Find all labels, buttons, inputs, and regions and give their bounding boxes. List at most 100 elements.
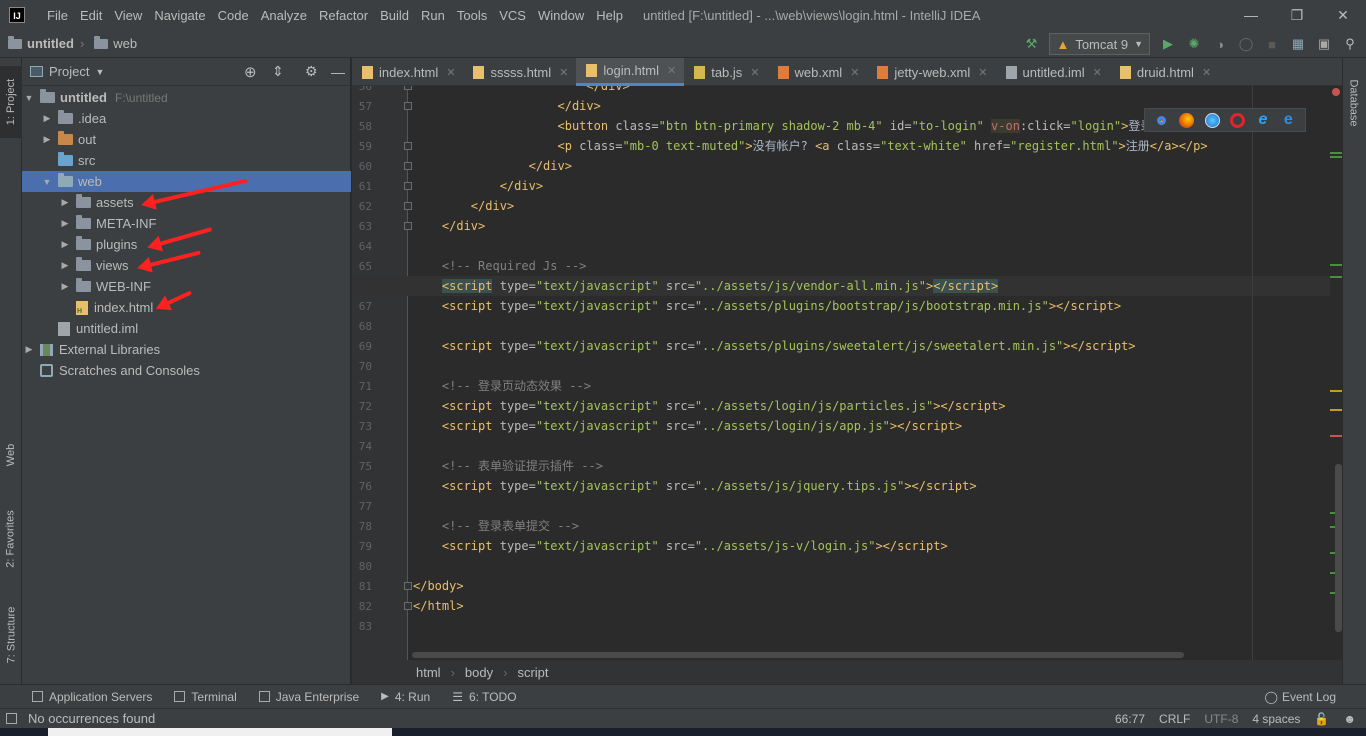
close-tab-icon[interactable]: ✕ (446, 66, 455, 79)
nav-crumb-web[interactable]: web (86, 35, 137, 51)
coverage-icon[interactable]: ◑ (1212, 36, 1228, 52)
expanded-arrow-icon[interactable]: ▼ (24, 93, 34, 103)
opera-icon[interactable] (1230, 112, 1246, 128)
close-tab-icon[interactable]: ✕ (850, 66, 859, 79)
collapsed-arrow-icon[interactable]: ▶ (60, 218, 70, 229)
run-toolwindow-button[interactable]: ▶ 4: Run (381, 690, 430, 704)
tree-item[interactable]: Scratches and Consoles (22, 360, 351, 381)
tab-structure-toolwindow[interactable]: 7: Structure (0, 592, 22, 678)
hector-icon[interactable]: ☻ (1343, 712, 1356, 726)
code-line[interactable]: <!-- 登录表单提交 --> (352, 516, 1342, 536)
code-line[interactable] (352, 556, 1342, 576)
code-line[interactable]: <script type="text/javascript" src="../a… (352, 416, 1342, 436)
event-log-button[interactable]: ◯ Event Log (1265, 685, 1336, 709)
close-tab-icon[interactable]: ✕ (667, 64, 676, 77)
collapsed-arrow-icon[interactable]: ▶ (42, 134, 52, 145)
tree-item[interactable]: ▶ .idea (22, 108, 351, 129)
stripe-mark[interactable] (1330, 156, 1342, 158)
menu-refactor[interactable]: Refactor (313, 8, 374, 23)
code-line[interactable]: </div> (352, 86, 1342, 96)
stripe-mark[interactable] (1330, 276, 1342, 278)
project-panel-title[interactable]: Project (49, 64, 89, 79)
tree-item[interactable]: ▶ views (22, 255, 351, 276)
close-tab-icon[interactable]: ✕ (750, 66, 759, 79)
firefox-icon[interactable] (1179, 112, 1195, 128)
status-toggle-icon[interactable] (6, 713, 17, 724)
java-enterprise-button[interactable]: Java Enterprise (258, 690, 359, 704)
taskbar-search[interactable] (48, 728, 392, 736)
close-tab-icon[interactable]: ✕ (978, 66, 987, 79)
menu-navigate[interactable]: Navigate (148, 8, 211, 23)
close-tab-icon[interactable]: ✕ (1093, 66, 1102, 79)
chrome-icon[interactable] (1154, 112, 1170, 128)
collapsed-arrow-icon[interactable]: ▶ (60, 281, 70, 292)
code-line[interactable]: <script type="text/javascript" src="../a… (352, 536, 1342, 556)
maximize-button[interactable]: ❐ (1274, 0, 1320, 30)
code-line[interactable]: <script type="text/javascript" src="../a… (352, 476, 1342, 496)
search-everywhere-icon[interactable]: ⚲ (1342, 36, 1358, 52)
stop-icon[interactable]: ■ (1264, 36, 1280, 52)
code-line[interactable]: <!-- Required Js --> (352, 256, 1342, 276)
file-encoding[interactable]: UTF-8 (1204, 712, 1238, 726)
tree-item[interactable]: ▶ out (22, 129, 351, 150)
code-line[interactable] (352, 496, 1342, 516)
editor-tab[interactable]: jetty-web.xml ✕ (867, 58, 995, 86)
locate-icon[interactable]: ⊕ (244, 63, 257, 81)
stripe-mark[interactable] (1330, 264, 1342, 266)
editor-tab[interactable]: druid.html ✕ (1110, 58, 1219, 86)
code-line[interactable] (352, 356, 1342, 376)
expanded-arrow-icon[interactable]: ▼ (42, 177, 52, 187)
collapse-all-icon[interactable]: ⇕ (272, 63, 284, 80)
debug-icon[interactable]: ✺ (1186, 36, 1202, 52)
code-line[interactable] (352, 436, 1342, 456)
edge-icon[interactable]: e (1281, 111, 1296, 128)
horizontal-scrollbar[interactable] (412, 652, 1184, 658)
editor-tab[interactable]: sssss.html ✕ (463, 58, 576, 86)
menu-edit[interactable]: Edit (74, 8, 108, 23)
breadcrumb-script[interactable]: script (517, 665, 548, 680)
code-line[interactable]: <!-- 登录页动态效果 --> (352, 376, 1342, 396)
editor-tab[interactable]: untitled.iml ✕ (996, 58, 1110, 86)
gear-icon[interactable]: ⚙ (305, 63, 318, 80)
code-line[interactable] (352, 236, 1342, 256)
safari-icon[interactable] (1204, 112, 1220, 128)
lock-icon[interactable]: 🔓 (1314, 712, 1329, 726)
menu-analyze[interactable]: Analyze (255, 8, 313, 23)
stripe-mark[interactable] (1330, 390, 1342, 392)
close-tab-icon[interactable]: ✕ (1202, 66, 1211, 79)
hide-panel-icon[interactable]: — (331, 64, 345, 80)
code-line[interactable]: <p class="mb-0 text-muted">没有帐户? <a clas… (352, 136, 1342, 156)
tree-item[interactable]: ▶ META-INF (22, 213, 351, 234)
vertical-scrollbar[interactable] (1335, 464, 1342, 632)
editor-tab[interactable]: login.html ✕ (576, 58, 685, 86)
tree-item[interactable]: ▼ untitled F:\untitled (22, 87, 351, 108)
tab-database-toolwindow[interactable]: Database (1343, 68, 1365, 138)
tab-web-toolwindow[interactable]: Web (0, 430, 22, 480)
editor-tab[interactable]: tab.js ✕ (684, 58, 767, 86)
editor-tab[interactable]: index.html ✕ (352, 58, 463, 86)
close-tab-icon[interactable]: ✕ (559, 66, 568, 79)
code-line[interactable] (352, 616, 1342, 636)
minimize-button[interactable]: — (1228, 0, 1274, 30)
tree-item[interactable]: index.html (22, 297, 351, 318)
menu-view[interactable]: View (108, 8, 148, 23)
error-indicator-icon[interactable] (1332, 88, 1340, 96)
tree-item[interactable]: ▼ web (22, 171, 351, 192)
close-button[interactable]: ✕ (1320, 0, 1366, 30)
collapsed-arrow-icon[interactable]: ▶ (60, 239, 70, 250)
code-line[interactable] (352, 316, 1342, 336)
line-separator[interactable]: CRLF (1159, 712, 1190, 726)
menu-vcs[interactable]: VCS (493, 8, 532, 23)
code-line[interactable]: </div> (352, 196, 1342, 216)
indent-setting[interactable]: 4 spaces (1252, 712, 1300, 726)
menu-help[interactable]: Help (590, 8, 629, 23)
tab-project-toolwindow[interactable]: 1: Project (0, 66, 22, 138)
tree-item[interactable]: ▶ External Libraries (22, 339, 351, 360)
code-line[interactable]: <script type="text/javascript" src="../a… (352, 396, 1342, 416)
profile-icon[interactable]: ◯ (1238, 36, 1254, 52)
breadcrumb-html[interactable]: html (416, 665, 441, 680)
project-structure-icon[interactable]: ▦ (1290, 36, 1306, 52)
code-line[interactable]: </div> (352, 156, 1342, 176)
menu-tools[interactable]: Tools (451, 8, 493, 23)
breadcrumb-body[interactable]: body (465, 665, 493, 680)
